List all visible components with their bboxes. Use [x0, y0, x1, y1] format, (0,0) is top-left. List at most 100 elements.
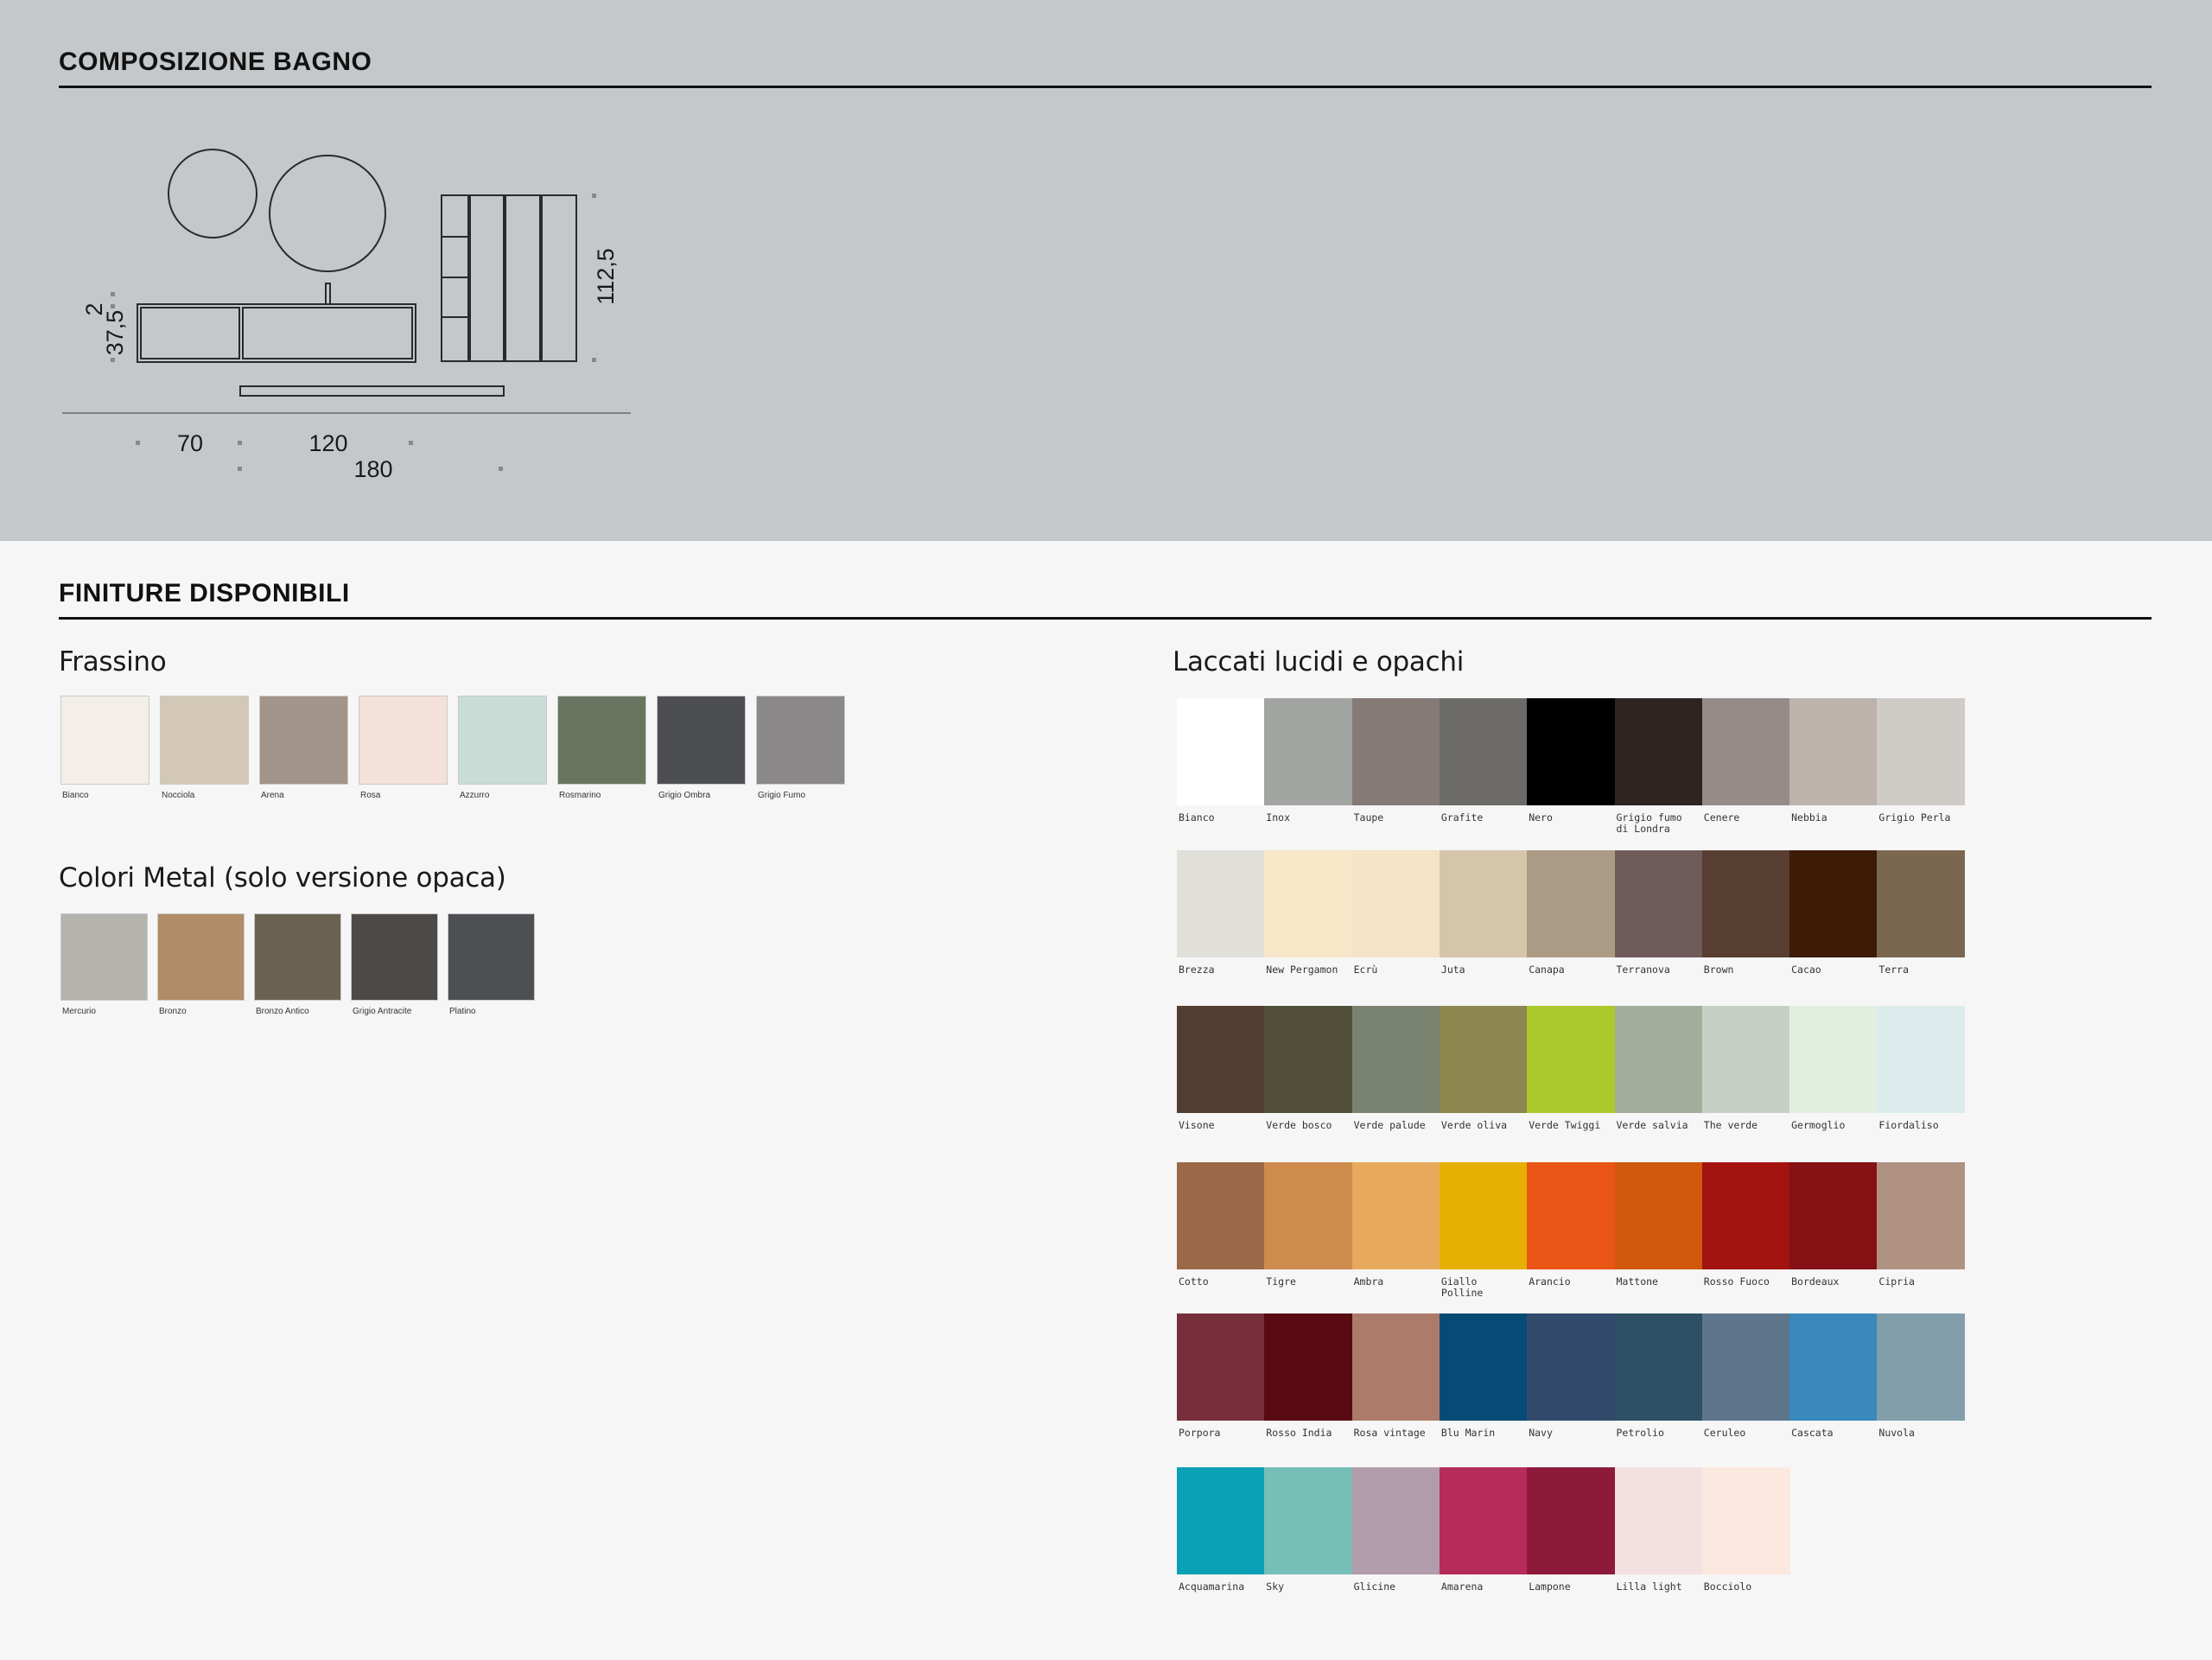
lacquer-chip[interactable] — [1527, 1162, 1616, 1269]
lacquer-chip[interactable] — [1701, 1313, 1790, 1421]
lacquer-chip[interactable] — [1264, 1467, 1353, 1574]
lacquer-chip[interactable] — [1177, 698, 1265, 805]
lacquer-chip[interactable] — [1177, 850, 1265, 957]
lacquer-chip[interactable] — [1527, 850, 1616, 957]
lacquer-swatch-lampone[interactable]: Lampone — [1527, 1467, 1616, 1604]
lacquer-swatch-amarena[interactable]: Amarena — [1439, 1467, 1528, 1604]
swatch-chip[interactable] — [259, 696, 348, 785]
lacquer-chip[interactable] — [1877, 1162, 1966, 1269]
lacquer-chip[interactable] — [1877, 850, 1966, 957]
lacquer-swatch-ambra[interactable]: Ambra — [1351, 1162, 1440, 1299]
lacquer-chip[interactable] — [1614, 1162, 1703, 1269]
lacquer-swatch-taupe[interactable]: Taupe — [1351, 698, 1440, 835]
lacquer-swatch-bocciolo[interactable]: Bocciolo — [1701, 1467, 1790, 1604]
lacquer-swatch-canapa[interactable]: Canapa — [1527, 850, 1616, 987]
lacquer-chip[interactable] — [1351, 1313, 1440, 1421]
swatch-chip[interactable] — [557, 696, 646, 785]
swatch-bronzo[interactable]: Bronzo — [157, 913, 245, 1020]
lacquer-swatch-cenere[interactable]: Cenere — [1701, 698, 1790, 835]
lacquer-swatch-giallo-polline[interactable]: Giallo Polline — [1439, 1162, 1528, 1299]
lacquer-chip[interactable] — [1439, 1162, 1528, 1269]
lacquer-swatch-fiordaliso[interactable]: Fiordaliso — [1877, 1006, 1966, 1142]
swatch-grigio-fumo[interactable]: Grigio Fumo — [756, 696, 845, 804]
lacquer-chip[interactable] — [1614, 850, 1703, 957]
lacquer-swatch-petrolio[interactable]: Petrolio — [1614, 1313, 1703, 1450]
lacquer-chip[interactable] — [1177, 1006, 1265, 1113]
swatch-mercurio[interactable]: Mercurio — [60, 913, 148, 1020]
lacquer-chip[interactable] — [1351, 1162, 1440, 1269]
lacquer-swatch-nuvola[interactable]: Nuvola — [1877, 1313, 1966, 1450]
lacquer-chip[interactable] — [1614, 1006, 1703, 1113]
swatch-chip[interactable] — [60, 913, 148, 1001]
lacquer-swatch-cipria[interactable]: Cipria — [1877, 1162, 1966, 1299]
lacquer-swatch-ceruleo[interactable]: Ceruleo — [1701, 1313, 1790, 1450]
lacquer-chip[interactable] — [1701, 698, 1790, 805]
lacquer-swatch-navy[interactable]: Navy — [1527, 1313, 1616, 1450]
lacquer-swatch-mattone[interactable]: Mattone — [1614, 1162, 1703, 1299]
lacquer-chip[interactable] — [1789, 850, 1878, 957]
swatch-arena[interactable]: Arena — [259, 696, 348, 804]
lacquer-chip[interactable] — [1789, 1162, 1878, 1269]
lacquer-swatch-acquamarina[interactable]: Acquamarina — [1177, 1467, 1265, 1604]
swatch-platino[interactable]: Platino — [448, 913, 535, 1020]
swatch-chip[interactable] — [359, 696, 448, 785]
lacquer-chip[interactable] — [1701, 1006, 1790, 1113]
lacquer-chip[interactable] — [1264, 1313, 1353, 1421]
lacquer-swatch-ecr[interactable]: Ecrù — [1351, 850, 1440, 987]
lacquer-swatch-brown[interactable]: Brown — [1701, 850, 1790, 987]
lacquer-swatch-verde-salvia[interactable]: Verde salvia — [1614, 1006, 1703, 1142]
swatch-nocciola[interactable]: Nocciola — [160, 696, 249, 804]
lacquer-chip[interactable] — [1701, 850, 1790, 957]
lacquer-chip[interactable] — [1439, 1006, 1528, 1113]
swatch-chip[interactable] — [157, 913, 245, 1001]
swatch-chip[interactable] — [351, 913, 438, 1001]
lacquer-swatch-verde-twiggi[interactable]: Verde Twiggi — [1527, 1006, 1616, 1142]
lacquer-chip[interactable] — [1877, 1006, 1966, 1113]
lacquer-swatch-grigio-perla[interactable]: Grigio Perla — [1877, 698, 1966, 835]
lacquer-chip[interactable] — [1527, 1467, 1616, 1574]
lacquer-chip[interactable] — [1351, 850, 1440, 957]
lacquer-swatch-verde-oliva[interactable]: Verde oliva — [1439, 1006, 1528, 1142]
lacquer-swatch-rosa-vintage[interactable]: Rosa vintage — [1351, 1313, 1440, 1450]
swatch-grigio-ombra[interactable]: Grigio Ombra — [657, 696, 746, 804]
lacquer-chip[interactable] — [1527, 1006, 1616, 1113]
swatch-chip[interactable] — [60, 696, 149, 785]
lacquer-chip[interactable] — [1351, 1467, 1440, 1574]
swatch-chip[interactable] — [160, 696, 249, 785]
lacquer-swatch-rosso-fuoco[interactable]: Rosso Fuoco — [1701, 1162, 1790, 1299]
lacquer-swatch-nero[interactable]: Nero — [1527, 698, 1616, 835]
lacquer-chip[interactable] — [1877, 1313, 1966, 1421]
lacquer-chip[interactable] — [1177, 1162, 1265, 1269]
lacquer-swatch-rosso-india[interactable]: Rosso India — [1264, 1313, 1353, 1450]
lacquer-chip[interactable] — [1614, 1313, 1703, 1421]
lacquer-chip[interactable] — [1614, 1467, 1703, 1574]
swatch-chip[interactable] — [458, 696, 547, 785]
lacquer-swatch-glicine[interactable]: Glicine — [1351, 1467, 1440, 1604]
lacquer-chip[interactable] — [1264, 1162, 1353, 1269]
lacquer-swatch-arancio[interactable]: Arancio — [1527, 1162, 1616, 1299]
lacquer-swatch-bordeaux[interactable]: Bordeaux — [1789, 1162, 1878, 1299]
lacquer-swatch-nebbia[interactable]: Nebbia — [1789, 698, 1878, 835]
lacquer-swatch-verde-palude[interactable]: Verde palude — [1351, 1006, 1440, 1142]
lacquer-swatch-lilla-light[interactable]: Lilla light — [1614, 1467, 1703, 1604]
lacquer-swatch-grafite[interactable]: Grafite — [1439, 698, 1528, 835]
lacquer-swatch-the-verde[interactable]: The verde — [1701, 1006, 1790, 1142]
lacquer-swatch-verde-bosco[interactable]: Verde bosco — [1264, 1006, 1353, 1142]
swatch-grigio-antracite[interactable]: Grigio Antracite — [351, 913, 438, 1020]
swatch-azzurro[interactable]: Azzurro — [458, 696, 547, 804]
lacquer-swatch-terranova[interactable]: Terranova — [1614, 850, 1703, 987]
swatch-rosa[interactable]: Rosa — [359, 696, 448, 804]
lacquer-chip[interactable] — [1439, 1313, 1528, 1421]
lacquer-swatch-new-pergamon[interactable]: New Pergamon — [1264, 850, 1353, 987]
lacquer-swatch-juta[interactable]: Juta — [1439, 850, 1528, 987]
lacquer-swatch-brezza[interactable]: Brezza — [1177, 850, 1265, 987]
lacquer-swatch-terra[interactable]: Terra — [1877, 850, 1966, 987]
lacquer-chip[interactable] — [1439, 850, 1528, 957]
lacquer-chip[interactable] — [1264, 1006, 1353, 1113]
lacquer-chip[interactable] — [1527, 1313, 1616, 1421]
lacquer-chip[interactable] — [1177, 1313, 1265, 1421]
lacquer-chip[interactable] — [1439, 1467, 1528, 1574]
lacquer-swatch-porpora[interactable]: Porpora — [1177, 1313, 1265, 1450]
lacquer-swatch-cascata[interactable]: Cascata — [1789, 1313, 1878, 1450]
lacquer-chip[interactable] — [1351, 698, 1440, 805]
